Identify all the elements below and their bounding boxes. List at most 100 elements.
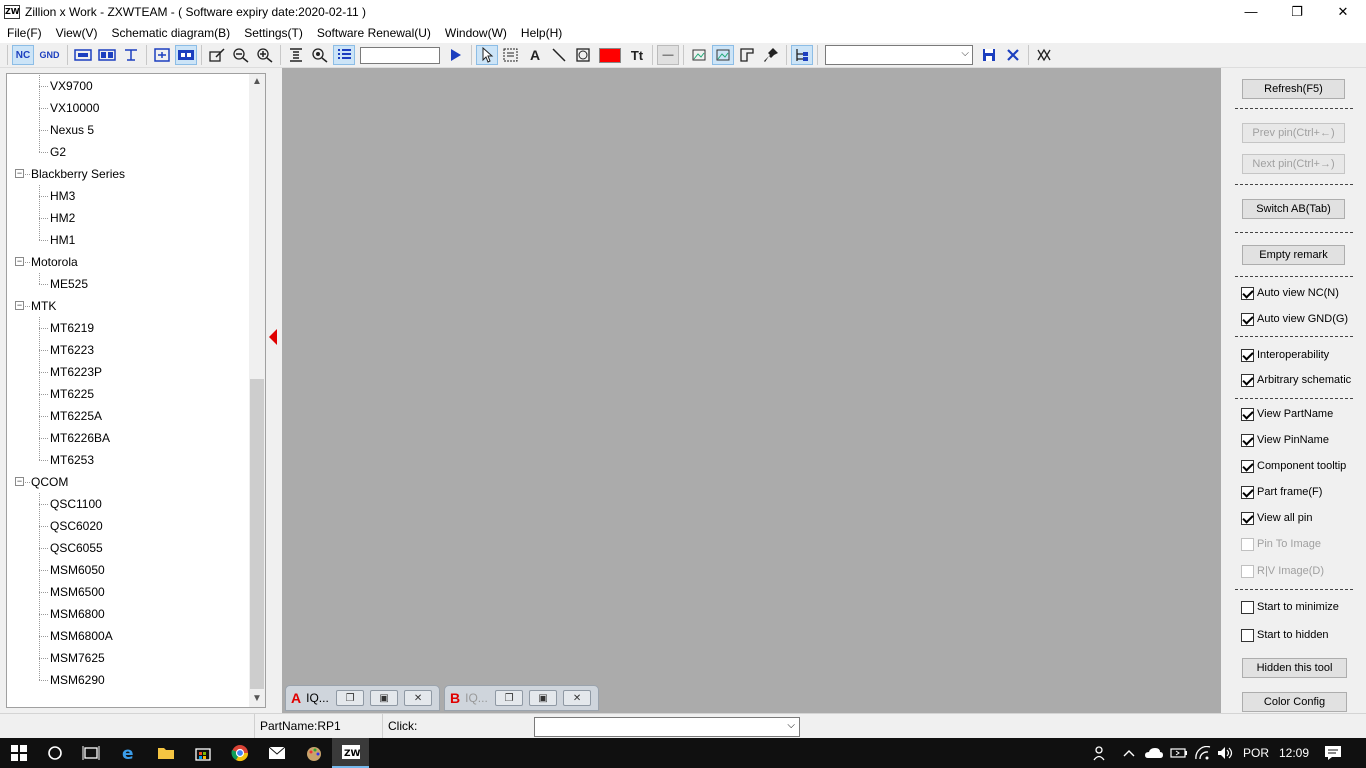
save-icon[interactable]	[978, 45, 1000, 65]
part-icon[interactable]	[72, 45, 94, 65]
mail-icon[interactable]	[258, 738, 295, 768]
tree-item[interactable]: HM3	[50, 185, 75, 207]
prev-pin-button[interactable]: Prev pin(Ctrl+←)	[1242, 123, 1345, 143]
view-pinname-checkbox[interactable]: View PinName	[1241, 432, 1329, 448]
close-icon[interactable]: ✕	[404, 690, 433, 706]
font-size-icon[interactable]: Tt	[626, 45, 648, 65]
zoom-in-icon[interactable]	[254, 45, 276, 65]
checkbox-checked-icon[interactable]	[1241, 433, 1254, 447]
wifi-icon[interactable]	[1194, 738, 1212, 768]
tree-item[interactable]: MSM6800	[50, 603, 105, 625]
checkbox-checked-icon[interactable]	[1241, 407, 1254, 421]
nc-button[interactable]: NC	[12, 45, 34, 65]
tree-item[interactable]: MSM6800A	[50, 625, 113, 647]
gnd-button[interactable]: GND	[36, 45, 63, 65]
minimize-button[interactable]: —	[1228, 0, 1274, 23]
tree-group[interactable]: MTK	[31, 295, 56, 317]
tree-toggle-icon[interactable]	[791, 45, 813, 65]
maximize-icon[interactable]: ▣	[370, 690, 399, 706]
tree-group[interactable]: Motorola	[31, 251, 78, 273]
tree-item[interactable]: HM1	[50, 229, 75, 251]
tree-item[interactable]: QSC6055	[50, 537, 103, 559]
collapse-toggle-icon[interactable]: −	[15, 257, 24, 266]
part-frame-checkbox[interactable]: Part frame(F)	[1241, 484, 1322, 500]
fit-view-icon[interactable]	[151, 45, 173, 65]
tree-item[interactable]: MT6223P	[50, 361, 102, 383]
shape-icon[interactable]	[572, 45, 594, 65]
net-combo[interactable]: ⌵	[825, 45, 973, 65]
tree-item[interactable]: MT6223	[50, 339, 94, 361]
menu-help[interactable]: Help(H)	[514, 23, 569, 43]
go-icon[interactable]	[445, 45, 467, 65]
tree-item[interactable]: MT6253	[50, 449, 94, 471]
language-indicator[interactable]: POR	[1243, 738, 1269, 768]
pin-icon[interactable]	[760, 45, 782, 65]
paint-icon[interactable]	[295, 738, 332, 768]
view-all-pin-checkbox[interactable]: View all pin	[1241, 510, 1312, 526]
view-partname-checkbox[interactable]: View PartName	[1241, 406, 1333, 422]
checkbox-checked-icon[interactable]	[1241, 286, 1254, 300]
checkbox-checked-icon[interactable]	[1241, 459, 1254, 473]
interoperability-checkbox[interactable]: Interoperability	[1241, 347, 1329, 363]
checkbox-checked-icon[interactable]	[1241, 511, 1254, 525]
tree-item[interactable]: MT6225A	[50, 405, 102, 427]
windows-start-icon[interactable]	[0, 738, 37, 768]
auto-view-gnd-checkbox[interactable]: Auto view GND(G)	[1241, 311, 1348, 327]
zxw-logo-icon[interactable]	[1033, 45, 1055, 65]
people-icon[interactable]	[1092, 738, 1108, 768]
list-icon[interactable]	[333, 45, 355, 65]
tree-item[interactable]: VX9700	[50, 75, 93, 97]
menu-software-renewal[interactable]: Software Renewal(U)	[310, 23, 438, 43]
zxw-taskbar-icon[interactable]: ZW	[332, 738, 369, 768]
collapse-toggle-icon[interactable]: −	[15, 477, 24, 486]
maximize-icon[interactable]: ▣	[529, 690, 558, 706]
volume-icon[interactable]	[1216, 738, 1234, 768]
checkbox-unchecked-icon[interactable]	[1241, 564, 1254, 578]
collapse-left-icon[interactable]	[268, 322, 278, 352]
tree-item[interactable]: MT6219	[50, 317, 94, 339]
color-config-button[interactable]: Color Config	[1242, 692, 1347, 712]
tree-item[interactable]: MSM7625	[50, 647, 105, 669]
search-input[interactable]	[360, 46, 440, 64]
tree-item[interactable]: G2	[50, 141, 66, 163]
board-icon[interactable]	[96, 45, 118, 65]
notifications-icon[interactable]	[1324, 738, 1342, 768]
start-minimize-checkbox[interactable]: Start to minimize	[1241, 599, 1339, 615]
scroll-up-icon[interactable]: ▲	[249, 74, 265, 90]
checkbox-unchecked-icon[interactable]	[1241, 600, 1254, 614]
arbitrary-schematic-checkbox[interactable]: Arbitrary schematic	[1241, 372, 1351, 388]
schematic-workspace[interactable]	[282, 68, 1221, 713]
checkbox-checked-icon[interactable]	[1241, 485, 1254, 499]
refresh-button[interactable]: Refresh(F5)	[1242, 79, 1345, 99]
task-view-icon[interactable]	[72, 738, 109, 768]
menu-file[interactable]: File(F)	[0, 23, 49, 43]
scroll-thumb[interactable]	[250, 379, 264, 689]
edit-icon[interactable]	[206, 45, 228, 65]
checkbox-checked-icon[interactable]	[1241, 373, 1254, 387]
tree-item[interactable]: MSM6050	[50, 559, 105, 581]
chevron-up-icon[interactable]	[1122, 738, 1136, 768]
component-tooltip-checkbox[interactable]: Component tooltip	[1241, 458, 1346, 474]
doc-tab-a[interactable]: A IQ... ❐ ▣ ✕	[285, 685, 440, 711]
start-hidden-checkbox[interactable]: Start to hidden	[1241, 627, 1329, 643]
tree-item[interactable]: VX10000	[50, 97, 99, 119]
close-button[interactable]: ✕	[1320, 0, 1366, 23]
restore-icon[interactable]: ❐	[495, 690, 524, 706]
doc-tab-b[interactable]: B IQ... ❐ ▣ ✕	[444, 685, 599, 711]
pointer-icon[interactable]	[476, 45, 498, 65]
menu-view[interactable]: View(V)	[49, 23, 105, 43]
scroll-down-icon[interactable]: ▼	[249, 691, 265, 707]
switch-ab-button[interactable]: Switch AB(Tab)	[1242, 199, 1345, 219]
menu-settings[interactable]: Settings(T)	[237, 23, 310, 43]
select-region-icon[interactable]	[500, 45, 522, 65]
align-icon[interactable]	[285, 45, 307, 65]
click-combo[interactable]: ⌵	[534, 717, 800, 737]
pin-to-image-checkbox[interactable]: Pin To Image	[1241, 536, 1321, 552]
checkbox-unchecked-icon[interactable]	[1241, 537, 1254, 551]
search-icon[interactable]	[36, 738, 73, 768]
tree-group[interactable]: Blackberry Series	[31, 163, 125, 185]
tree-item[interactable]: ME525	[50, 273, 88, 295]
minus-icon[interactable]: —	[657, 45, 679, 65]
find-icon[interactable]	[309, 45, 331, 65]
menu-window[interactable]: Window(W)	[438, 23, 514, 43]
